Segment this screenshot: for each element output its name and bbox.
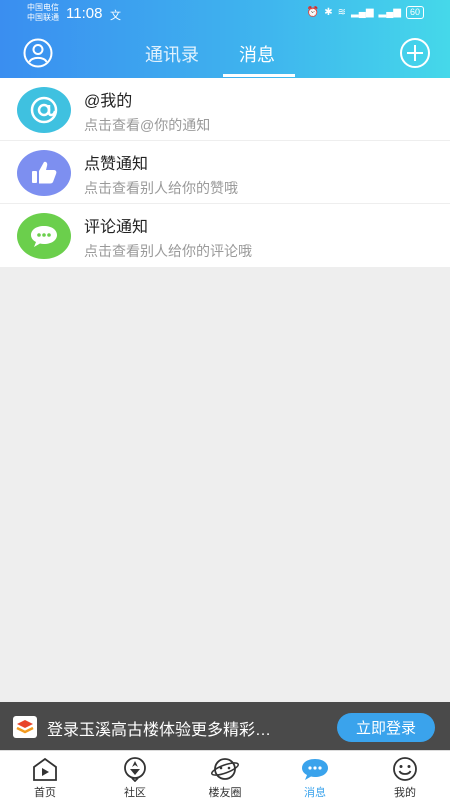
nav-label: 首页	[34, 787, 56, 799]
nav-label: 我的	[394, 787, 416, 799]
add-button[interactable]	[400, 38, 430, 68]
nav-item-messages[interactable]: 消息	[270, 751, 360, 800]
item-title: 评论通知	[84, 219, 149, 236]
item-subtitle: 点击查看别人给你的赞哦	[84, 180, 238, 196]
status-icons: ⏰ ✱ ≋ ▂▄▆ ▂▄▆ 60	[307, 6, 424, 19]
login-prompt-text: 登录玉溪高古楼体验更多精彩…	[47, 722, 272, 739]
bluetooth-icon: ✱	[324, 7, 333, 18]
wifi-icon: ≋	[337, 7, 347, 18]
nav-item-friends-circle[interactable]: 楼友圈	[180, 751, 270, 800]
input-method-indicator: 文	[110, 10, 121, 22]
at-icon	[17, 87, 71, 133]
app-logo-icon	[13, 716, 37, 738]
comment-icon	[17, 213, 71, 259]
profile-button[interactable]	[20, 38, 56, 68]
smiley-icon	[393, 757, 417, 781]
message-icon	[302, 759, 328, 780]
signal-icon: ▂▄▆	[351, 7, 374, 18]
active-tab-indicator	[223, 74, 295, 77]
app-header: 中国电信 中国联通 11:08 文 ⏰ ✱ ≋ ▂▄▆ ▂▄▆ 60 通讯录 消…	[0, 0, 450, 78]
status-bar: 中国电信 中国联通 11:08 文 ⏰ ✱ ≋ ▂▄▆ ▂▄▆ 60	[0, 0, 450, 28]
nav-label: 消息	[304, 787, 326, 799]
list-item[interactable]: 评论通知 点击查看别人给你的评论哦	[0, 204, 450, 267]
home-play-icon	[33, 757, 57, 781]
item-subtitle: 点击查看别人给你的评论哦	[84, 243, 252, 259]
carrier-1: 中国电信	[27, 3, 59, 12]
tab-contacts[interactable]: 通讯录	[145, 41, 199, 67]
list-item[interactable]: 点赞通知 点击查看别人给你的赞哦	[0, 141, 450, 204]
item-subtitle: 点击查看@你的通知	[84, 117, 211, 133]
nav-item-me[interactable]: 我的	[360, 751, 450, 800]
login-banner: 登录玉溪高古楼体验更多精彩… 立即登录	[0, 702, 450, 750]
battery-indicator: 60	[405, 6, 424, 19]
user-avatar-icon	[23, 38, 53, 68]
carrier-info: 中国电信 中国联通	[27, 3, 59, 23]
nav-item-home[interactable]: 首页	[0, 751, 90, 800]
planet-icon	[211, 758, 239, 780]
alarm-icon: ⏰	[306, 7, 320, 18]
list-item[interactable]: @我的 点击查看@你的通知	[0, 78, 450, 141]
thumbs-up-icon	[17, 150, 71, 196]
nav-item-community[interactable]: 社区	[90, 751, 180, 800]
bottom-nav: 首页 社区 楼友圈 消息 我的	[0, 750, 450, 800]
item-title: 点赞通知	[84, 156, 149, 173]
nav-label: 楼友圈	[208, 787, 242, 799]
nav-label: 社区	[124, 787, 146, 799]
notification-list: @我的 点击查看@你的通知 点赞通知 点击查看别人给你的赞哦 评论通知 点击查看…	[0, 78, 450, 267]
item-title: @我的	[84, 93, 133, 110]
login-button[interactable]: 立即登录	[337, 713, 435, 742]
top-nav: 通讯录 消息	[0, 28, 450, 78]
clock: 11:08	[66, 5, 103, 22]
community-icon	[124, 757, 146, 782]
tab-messages[interactable]: 消息	[239, 41, 275, 67]
carrier-2: 中国联通	[27, 13, 59, 22]
signal-2-icon: ▂▄▆	[378, 7, 401, 18]
